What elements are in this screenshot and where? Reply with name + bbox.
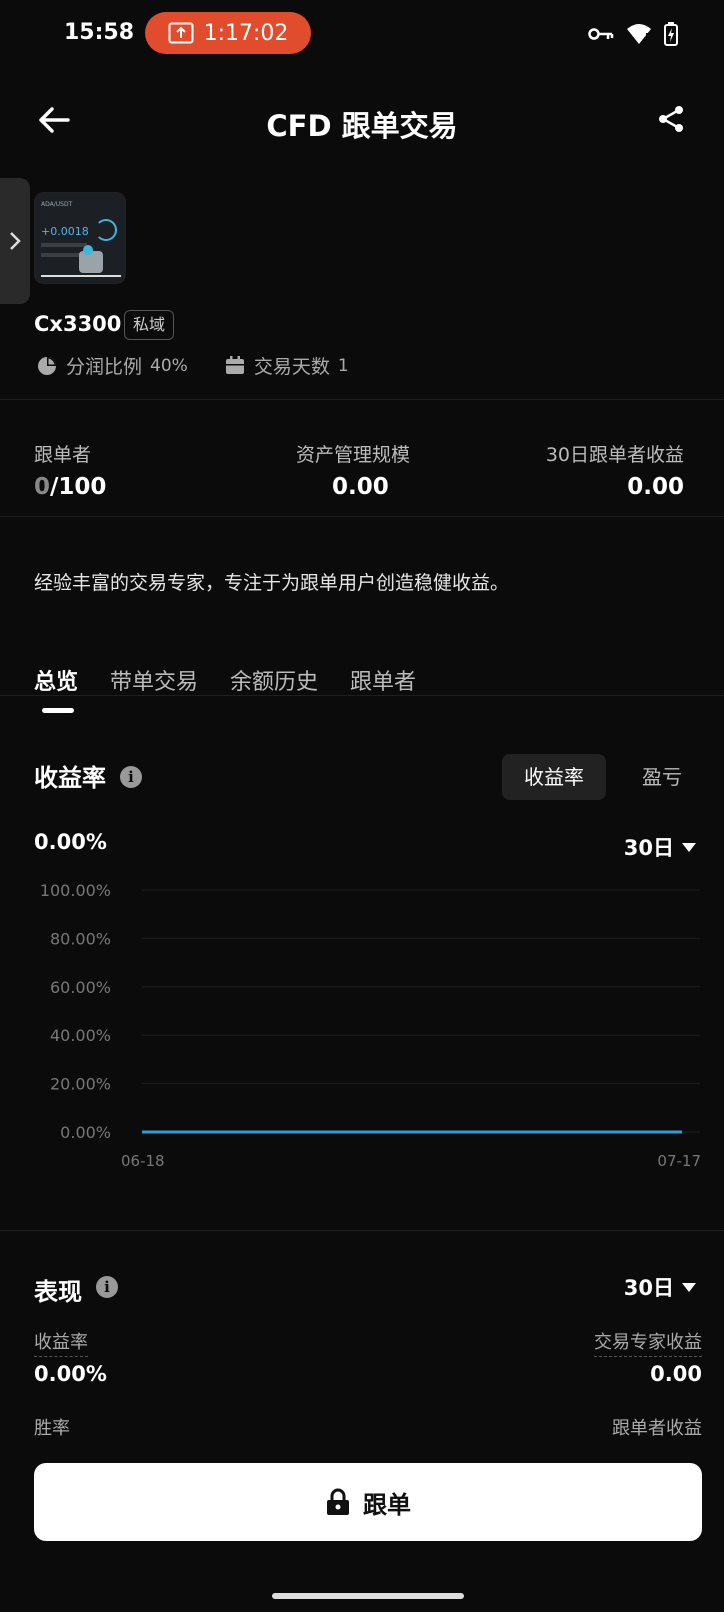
- divider: [0, 399, 724, 400]
- status-icons: [588, 22, 678, 46]
- home-indicator[interactable]: [272, 1593, 464, 1599]
- follower-pnl-label[interactable]: 跟单者收益: [612, 1414, 702, 1443]
- performance-section-title: 表现: [34, 1278, 82, 1306]
- follow-button[interactable]: 跟单: [34, 1463, 702, 1541]
- pnl-toggle-button[interactable]: 盈亏: [624, 754, 700, 800]
- avatar[interactable]: ADA/USDT +0.0018: [34, 192, 126, 284]
- roi-line-chart: 100.00% 80.00% 60.00% 40.00% 20.00% 0.00% 06-1…: [40, 881, 701, 1170]
- avatar-line: [41, 253, 81, 257]
- avatar-orb: [95, 219, 117, 241]
- caret-down-icon: [682, 1282, 696, 1292]
- avatar-figure-head: [83, 245, 93, 255]
- current-roi-value: 0.00%: [34, 830, 107, 854]
- trading-days-label: 交易天数: [253, 356, 330, 378]
- x-tick-label: 06-18: [121, 1152, 165, 1170]
- screen-recording-pill[interactable]: 1:17:02: [145, 12, 311, 54]
- divider: [0, 695, 724, 696]
- status-bar: 15:58 1:17:02: [0, 0, 724, 68]
- tab-followers[interactable]: 跟单者: [350, 664, 416, 696]
- tab-balance-history[interactable]: 余额历史: [230, 664, 318, 696]
- performance-period-label: 30日: [623, 1276, 674, 1300]
- expert-pnl-label[interactable]: 交易专家收益: [594, 1328, 702, 1357]
- y-tick-label: 100.00%: [40, 881, 111, 900]
- lock-icon: [327, 1488, 349, 1515]
- info-icon[interactable]: i: [96, 1276, 118, 1298]
- followers-value: 0/100: [34, 474, 106, 500]
- wifi-icon: [627, 24, 651, 44]
- avatar-line: [41, 243, 87, 247]
- profit-share-label: 分润比例: [66, 356, 143, 378]
- profit-share-value: 40%: [150, 355, 188, 376]
- trader-meta: 分润比例 40% 交易天数 1: [36, 352, 349, 379]
- avatar-pair-text: ADA/USDT: [41, 201, 73, 208]
- chart-period-dropdown[interactable]: 30日: [624, 832, 696, 862]
- trader-name: Cx3300: [34, 312, 122, 336]
- caret-down-icon: [682, 842, 696, 852]
- roi-section-title: 收益率: [34, 764, 106, 792]
- divider: [0, 516, 724, 517]
- battery-icon: [664, 22, 678, 46]
- calendar-icon: [225, 355, 244, 374]
- recording-timer: 1:17:02: [203, 20, 289, 46]
- share-icon[interactable]: [656, 104, 686, 134]
- tab-bar: 总览 带单交易 余额历史 跟单者: [34, 664, 416, 696]
- y-tick-label: 80.00%: [50, 929, 111, 948]
- roi-toggle-button[interactable]: 收益率: [502, 754, 606, 800]
- avatar-bar: [41, 275, 121, 277]
- followers-total: /100: [50, 474, 107, 500]
- followers-label: 跟单者: [34, 444, 92, 466]
- avatar-figure: [79, 251, 103, 273]
- y-tick-label: 20.00%: [50, 1075, 111, 1094]
- aum-label: 资产管理规模: [296, 444, 411, 466]
- pnl30-value: 0.00: [627, 474, 684, 500]
- y-tick-label: 60.00%: [50, 978, 111, 997]
- performance-period-dropdown[interactable]: 30日: [624, 1272, 696, 1302]
- y-tick-label: 40.00%: [50, 1026, 111, 1045]
- trader-intro: 经验丰富的交易专家，专注于为跟单用户创造稳健收益。: [34, 572, 510, 594]
- avatar-value-text: +0.0018: [41, 225, 89, 238]
- pie-chart-icon: [38, 356, 56, 375]
- divider: [0, 1230, 724, 1231]
- private-badge: 私域: [124, 310, 175, 340]
- expert-pnl-value: 0.00: [650, 1362, 702, 1386]
- winrate-label[interactable]: 胜率: [34, 1414, 70, 1443]
- tab-overview[interactable]: 总览: [34, 664, 78, 696]
- trading-days-value: 1: [337, 355, 349, 376]
- x-tick-label: 07-17: [657, 1152, 701, 1170]
- roi-label[interactable]: 收益率: [34, 1328, 88, 1357]
- vpn-key-icon: [588, 28, 614, 40]
- y-tick-label: 0.00%: [60, 1123, 111, 1142]
- chevron-right-icon: [10, 232, 21, 250]
- chart-period-label: 30日: [623, 836, 674, 860]
- roi-value: 0.00%: [34, 1362, 107, 1386]
- tab-active-indicator: [42, 708, 74, 713]
- screen-record-icon: [168, 22, 194, 44]
- tab-lead-trades[interactable]: 带单交易: [110, 664, 198, 696]
- followers-current: 0: [34, 474, 51, 500]
- pnl30-label: 30日跟单者收益: [545, 444, 684, 466]
- follow-button-label: 跟单: [363, 1490, 411, 1519]
- info-icon[interactable]: i: [120, 766, 142, 788]
- side-drawer-handle[interactable]: [0, 178, 30, 304]
- aum-value: 0.00: [332, 474, 389, 500]
- status-time: 15:58: [64, 20, 135, 45]
- page-title: CFD 跟单交易: [266, 109, 458, 143]
